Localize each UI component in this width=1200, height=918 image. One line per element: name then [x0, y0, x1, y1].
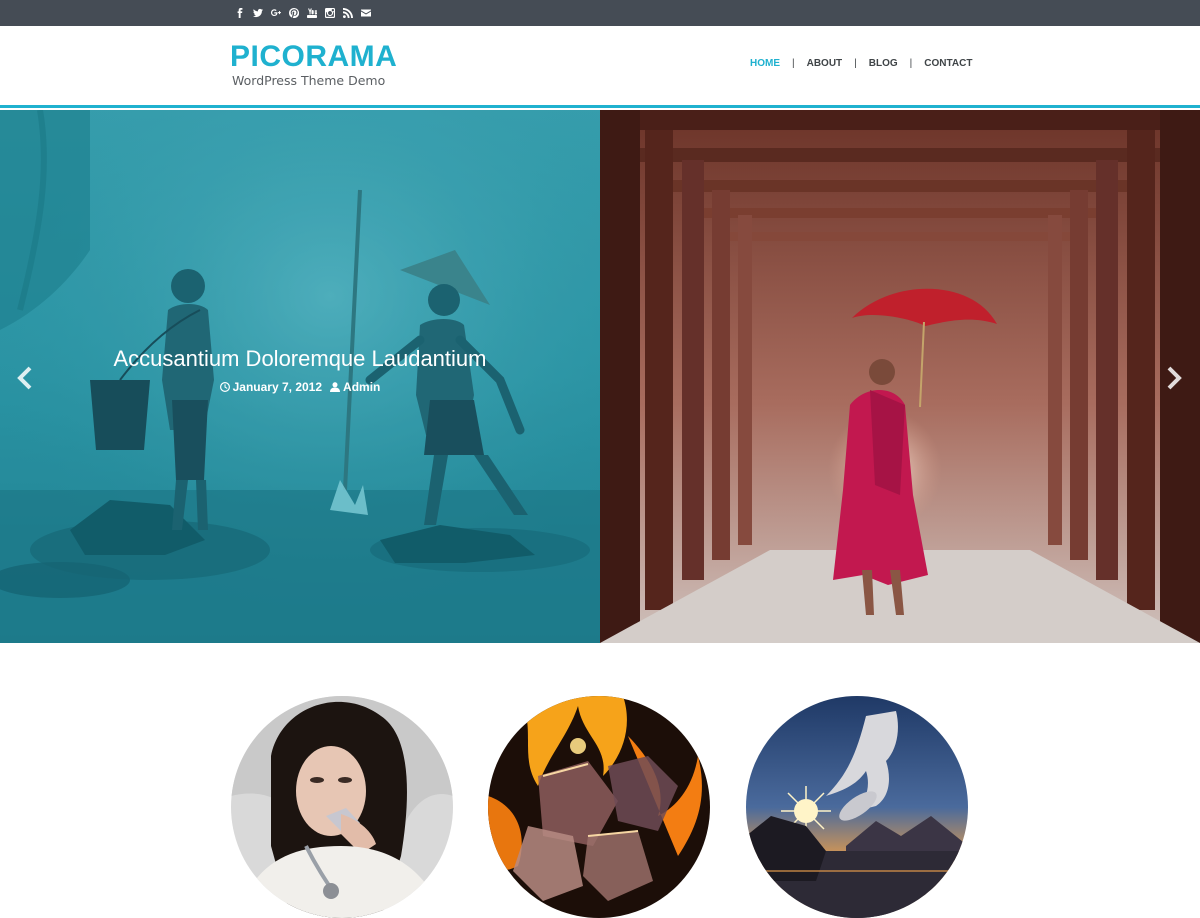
youtube-icon[interactable] — [306, 6, 317, 19]
slide-title[interactable]: Accusantium Doloremque Laudantium — [0, 346, 600, 372]
site-tagline: WordPress Theme Demo — [232, 73, 386, 88]
slider-prev-button[interactable] — [16, 366, 36, 390]
nav-separator: | — [792, 58, 795, 69]
top-social-bar — [0, 0, 1200, 26]
slider-next-button[interactable] — [1163, 366, 1183, 390]
slide-date-text: January 7, 2012 — [232, 380, 323, 394]
nav-separator: | — [854, 58, 857, 69]
user-icon — [330, 382, 341, 392]
twitter-icon[interactable] — [252, 6, 263, 19]
google-plus-icon[interactable] — [270, 6, 281, 19]
featured-image-ice-fire[interactable] — [488, 696, 710, 918]
social-icons — [234, 6, 371, 19]
nav-item-contact[interactable]: CONTACT — [924, 58, 972, 69]
rss-icon[interactable] — [342, 6, 353, 19]
nav-item-blog[interactable]: BLOG — [869, 58, 898, 69]
nav-item-home[interactable]: HOME — [750, 58, 780, 69]
nav-item-about[interactable]: ABOUT — [807, 58, 843, 69]
slide-author-text[interactable]: Admin — [343, 380, 380, 394]
slide-author[interactable]: Admin — [330, 380, 380, 394]
main-navigation: HOME | ABOUT | BLOG | CONTACT — [750, 58, 972, 69]
slide-image-fishing-boys[interactable]: Accusantium Doloremque Laudantium Januar… — [0, 110, 600, 643]
site-title[interactable]: PICORAMA — [230, 42, 397, 72]
chevron-right-icon — [1167, 366, 1182, 390]
hero-slider: Accusantium Doloremque Laudantium Januar… — [0, 110, 1200, 643]
slide-caption: Accusantium Doloremque Laudantium Januar… — [0, 346, 600, 394]
slide-image-monk-umbrella[interactable] — [600, 110, 1200, 643]
site-logo[interactable]: PICORAMA WordPress Theme Demo — [230, 42, 397, 89]
nav-separator: | — [909, 58, 913, 69]
email-icon[interactable] — [360, 6, 371, 19]
instagram-icon[interactable] — [324, 6, 335, 19]
featured-image-woman[interactable] — [231, 696, 453, 918]
slide-date: January 7, 2012 — [219, 380, 323, 394]
featured-image-bird-sunset[interactable] — [746, 696, 968, 918]
pinterest-icon[interactable] — [288, 6, 299, 19]
chevron-left-icon — [17, 366, 32, 390]
facebook-icon[interactable] — [234, 6, 245, 19]
slide-meta: January 7, 2012 Admin — [0, 380, 600, 394]
site-header: PICORAMA WordPress Theme Demo HOME | ABO… — [0, 26, 1200, 108]
clock-icon — [219, 382, 230, 392]
